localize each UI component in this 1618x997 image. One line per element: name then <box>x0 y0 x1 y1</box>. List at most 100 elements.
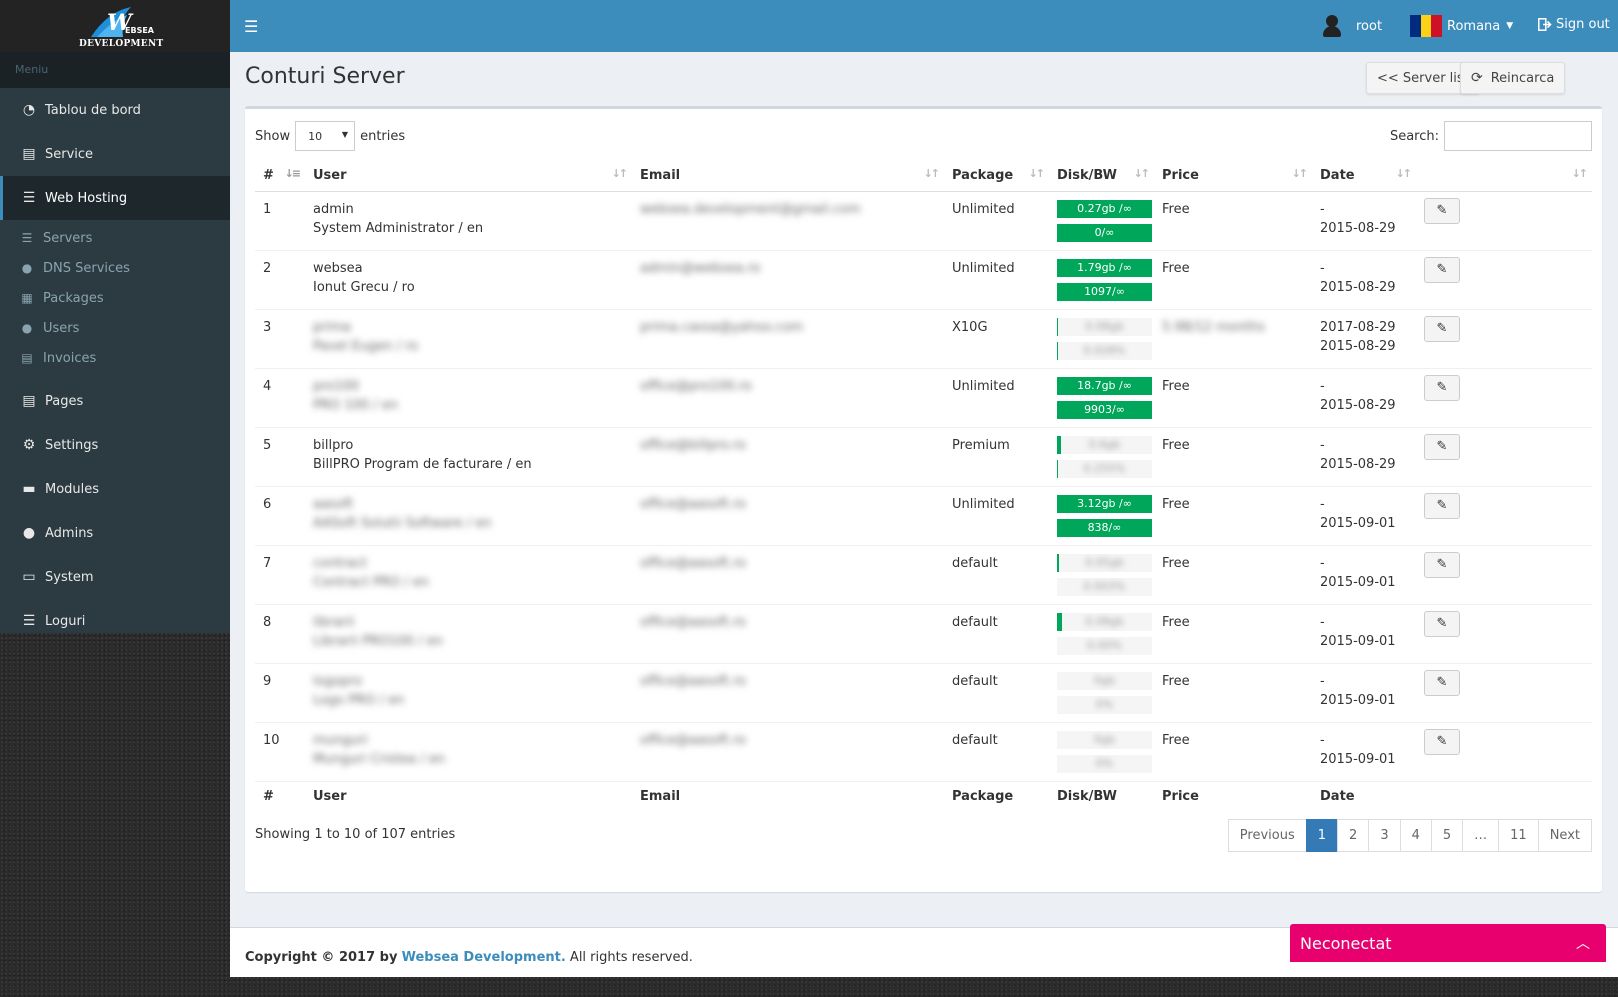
folder-icon: ▬ <box>22 481 36 497</box>
sidebar-item-service[interactable]: ▤ Service <box>0 132 230 176</box>
sidebar-item-web-hosting[interactable]: ☰ Web Hosting <box>0 176 230 220</box>
cell-disk-bw: 0.6gb 0.255% <box>1049 427 1154 487</box>
column-header-disk-bw[interactable]: Disk/BW ↓↑ <box>1049 160 1154 192</box>
edit-button[interactable]: ✎ <box>1424 315 1460 342</box>
cell-price: Free <box>1154 545 1312 605</box>
cell-actions: ✎ <box>1416 722 1592 782</box>
cell-actions: ✎ <box>1416 545 1592 605</box>
column-header-number[interactable]: # ↓≡ <box>255 160 305 192</box>
progress-label: 0% <box>1095 697 1114 711</box>
reload-button[interactable]: ⟳ Reincarca <box>1460 62 1566 94</box>
bandwidth-usage-bar: 0% <box>1057 754 1152 773</box>
submenu-item-servers[interactable]: ☰ Servers <box>0 223 230 253</box>
column-header-user[interactable]: User ↓↑ <box>305 160 632 192</box>
column-header-price[interactable]: Price ↓↑ <box>1154 160 1312 192</box>
cell-email: prima.cassa@yahoo.com <box>632 309 944 369</box>
file-icon: ▤ <box>21 351 33 365</box>
sign-out-icon <box>1538 18 1552 31</box>
page-next-button[interactable]: Next <box>1537 819 1592 852</box>
search-label: Search: <box>1389 128 1439 144</box>
account-email: admin@websea.ro <box>640 260 761 276</box>
page-1-button[interactable]: 1 <box>1305 819 1339 852</box>
company-link[interactable]: Websea Development. <box>402 950 566 965</box>
edit-button[interactable]: ✎ <box>1424 669 1460 696</box>
row-number: 1 <box>263 201 272 217</box>
page-5-button[interactable]: 5 <box>1430 819 1464 852</box>
cell-actions: ✎ <box>1416 663 1592 723</box>
sidebar-item-pages[interactable]: ▤ Pages <box>0 379 230 423</box>
created-date: 2015-09-01 <box>1320 633 1396 649</box>
cell-date: - 2015-08-29 <box>1312 250 1416 310</box>
chevron-up-icon[interactable]: ︿ <box>1576 933 1590 953</box>
cell-email: office@aasoft.ro <box>632 722 944 782</box>
page-11-button[interactable]: 11 <box>1498 819 1539 852</box>
cell-actions: ✎ <box>1416 486 1592 546</box>
submenu-item-dns-services[interactable]: ● DNS Services <box>0 253 230 283</box>
file-icon: ▤ <box>22 146 36 162</box>
page-4-button[interactable]: 4 <box>1399 819 1432 852</box>
expiry-date: - <box>1320 496 1325 512</box>
edit-button[interactable]: ✎ <box>1424 433 1460 460</box>
cell-package: default <box>944 722 1049 782</box>
account-email: prima.cassa@yahoo.com <box>640 319 804 335</box>
page-2-button[interactable]: 2 <box>1337 819 1370 852</box>
sidebar-item-label: Admins <box>45 525 94 541</box>
column-header-actions: ↓↑ <box>1416 160 1592 192</box>
list-icon: ☰ <box>21 231 33 245</box>
page-3-button[interactable]: 3 <box>1368 819 1401 852</box>
hamburger-menu-icon[interactable]: ☰ <box>244 17 258 36</box>
edit-button[interactable]: ✎ <box>1424 374 1460 401</box>
sidebar-item-tablou-de-bord[interactable]: ◔ Tablou de bord <box>0 88 230 132</box>
footer-column-label: # <box>255 780 305 811</box>
cell-number: 7 <box>255 545 305 605</box>
edit-button[interactable]: ✎ <box>1424 256 1460 283</box>
column-header-date[interactable]: Date ↓↑ <box>1312 160 1416 192</box>
progress-label: 0.255% <box>1083 461 1126 475</box>
progress-label: 1.79gb /∞ <box>1077 260 1132 274</box>
sidebar-item-settings[interactable]: ⚙ Settings <box>0 423 230 467</box>
progress-label: 0% <box>1095 756 1114 770</box>
page-previous-button[interactable]: Previous <box>1227 819 1307 852</box>
bandwidth-usage-bar: 0.255% <box>1057 459 1152 478</box>
cell-package: X10G <box>944 309 1049 369</box>
sidebar-item-modules[interactable]: ▬ Modules <box>0 467 230 511</box>
disk-usage-bar: 3.12gb /∞ <box>1057 494 1152 513</box>
cell-disk-bw: 0.08gb 0.028% <box>1049 309 1154 369</box>
edit-button[interactable]: ✎ <box>1424 610 1460 637</box>
cell-price: Free <box>1154 486 1312 546</box>
column-header-email[interactable]: Email ↓↑ <box>632 160 944 192</box>
chat-widget[interactable]: Neconectat ︿ <box>1290 924 1606 962</box>
edit-button[interactable]: ✎ <box>1424 492 1460 519</box>
language-dropdown[interactable]: Romana ▼ <box>1410 15 1513 37</box>
created-date: 2015-08-29 <box>1320 338 1396 354</box>
file-icon: ▤ <box>22 393 36 409</box>
search-input[interactable] <box>1444 121 1592 151</box>
user-icon: ● <box>22 525 36 541</box>
cell-user: websea Ionut Grecu / ro <box>305 250 632 310</box>
disk-usage-bar: 0.08gb <box>1057 612 1152 631</box>
submenu-item-invoices[interactable]: ▤ Invoices <box>0 343 230 373</box>
table-row: 8 librarii Librarii PRO100 / en office@aaso… <box>255 604 1592 664</box>
edit-button[interactable]: ✎ <box>1424 551 1460 578</box>
cell-actions: ✎ <box>1416 604 1592 664</box>
user-menu[interactable]: root <box>1322 15 1382 37</box>
logo-area[interactable]: W EBSEA DEVELOPMENT <box>0 0 230 52</box>
edit-button[interactable]: ✎ <box>1424 197 1460 224</box>
sign-out-link[interactable]: Sign out <box>1538 17 1610 32</box>
account-owner: BillPRO Program de facturare / en <box>313 456 532 472</box>
sidebar-item-admins[interactable]: ● Admins <box>0 511 230 555</box>
edit-button[interactable]: ✎ <box>1424 728 1460 755</box>
account-owner: System Administrator / en <box>313 220 484 236</box>
table-row: 1 admin System Administrator / en websea.de… <box>255 191 1592 251</box>
cell-date: - 2015-09-01 <box>1312 663 1416 723</box>
rights-text: All rights reserved. <box>565 950 693 965</box>
submenu-item-packages[interactable]: ▦ Packages <box>0 283 230 313</box>
sidebar-item-loguri[interactable]: ☰ Loguri <box>0 599 230 643</box>
sidebar-item-system[interactable]: ▭ System <box>0 555 230 599</box>
progress-label: 0.05gb <box>1085 555 1124 569</box>
column-header-package[interactable]: Package ↓↑ <box>944 160 1049 192</box>
submenu-item-users[interactable]: ● Users <box>0 313 230 343</box>
column-header-label: Email <box>640 167 681 183</box>
globe-icon: ● <box>21 261 33 275</box>
entries-length-select[interactable]: 10 ▼ <box>295 121 356 151</box>
